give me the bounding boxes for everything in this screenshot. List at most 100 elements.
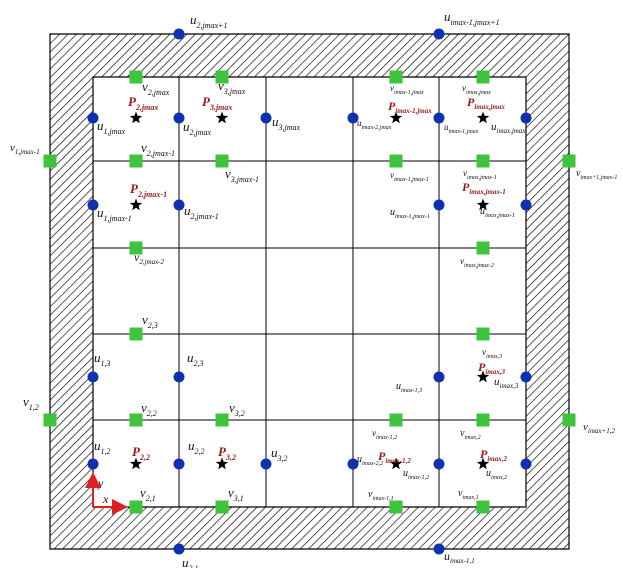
pressure-label: Pimax-1,2 [378, 449, 411, 465]
v-velocity-node [43, 413, 57, 427]
u-velocity-node [433, 112, 445, 124]
pressure-label: P3,jmax [202, 94, 232, 112]
u-velocity-node [520, 112, 532, 124]
u-velocity-node [260, 458, 272, 470]
v-node-label: v2,2 [141, 400, 157, 418]
v-node-label: v1,jmax-1 [10, 142, 40, 156]
diagram-canvas: x y u2,jmax+1 uimax-1,jmax+1 u2,1 uimax-1,1… [10, 9, 617, 568]
v-node-label: vimax-1,1 [368, 489, 394, 502]
v-velocity-node [476, 70, 490, 84]
u-velocity-node [260, 112, 272, 124]
v-velocity-node [476, 327, 490, 341]
u-node-label: u1,3 [94, 350, 111, 368]
u-velocity-node [173, 543, 185, 555]
v-velocity-node [562, 413, 576, 427]
v-node-label: v3,2 [229, 400, 245, 418]
u-node-label: uimax,3 [494, 376, 519, 390]
v-velocity-node [389, 413, 403, 427]
pressure-point-star [129, 198, 143, 211]
v-velocity-node [389, 70, 403, 84]
v-velocity-node [389, 154, 403, 168]
pressure-label: P2,2 [132, 444, 150, 462]
u-velocity-node [173, 371, 185, 383]
v-node-label: vimax,3 [482, 347, 502, 360]
v-node-label: vimax,2 [460, 428, 481, 441]
v-node-label: vimax-1,jmax [390, 83, 424, 96]
u-velocity-node [173, 458, 185, 470]
u-velocity-node [433, 28, 445, 40]
v-velocity-node [129, 327, 143, 341]
u-velocity-node [173, 28, 185, 40]
v-velocity-node [129, 413, 143, 427]
u-node-label: u2,jmax [183, 119, 212, 137]
u-node-label: uimax-1,jmax [444, 122, 479, 135]
v-velocity-node [129, 154, 143, 168]
pressure-point-star [129, 111, 143, 124]
boundary-hatch [49, 33, 570, 550]
u-node-label: uimax,jmax [491, 121, 526, 135]
staggered-grid-diagram: x y u2,jmax+1 uimax-1,jmax+1 u2,1 uimax-1,1… [0, 0, 623, 568]
v-velocity-node [476, 241, 490, 255]
v-node-label: vimax,jmax-2 [460, 256, 494, 269]
v-node-label: v2,1 [140, 485, 156, 503]
v-node-label: vimax-1,2 [372, 428, 397, 441]
v-node-label: v3,jmax-1 [225, 166, 259, 184]
pressure-point-star [476, 111, 490, 124]
v-node-label: v1,2 [23, 394, 39, 412]
u-velocity-node [433, 458, 445, 470]
u-node-label: u2,1 [182, 555, 199, 568]
v-node-label: vimax-1,jmax-1 [390, 170, 429, 183]
v-node-label: v3,1 [228, 485, 244, 503]
v-node-label: v2,3 [142, 312, 158, 330]
u-velocity-node [433, 199, 445, 211]
grid-lines [92, 76, 527, 508]
u-node-label: u3,2 [271, 445, 288, 463]
u-node-label: u2,2 [188, 438, 205, 456]
v-node-label: v2,jmax-1 [141, 140, 175, 158]
pressure-label: Pimax,jmax [467, 95, 505, 111]
u-velocity-node [87, 458, 99, 470]
v-node-label: vimax,1 [458, 488, 479, 501]
y-axis-label: y [97, 476, 104, 490]
u-node-label: uimax-1,3 [396, 381, 422, 394]
v-velocity-node [43, 154, 57, 168]
v-velocity-node [476, 413, 490, 427]
v-node-label: vimax+1,2 [583, 421, 615, 435]
u-velocity-node [173, 199, 185, 211]
v-node-label: vimax+1,jmax-1 [576, 168, 617, 181]
u-node-label: u3,jmax [272, 114, 301, 132]
v-velocity-node [215, 413, 229, 427]
v-velocity-node [476, 154, 490, 168]
u-node-label: uimax-1,1 [444, 549, 475, 565]
v-node-label: v2,jmax [142, 79, 170, 97]
v-velocity-node [476, 500, 490, 514]
u-velocity-node [433, 371, 445, 383]
u-node-label: u1,2 [94, 438, 111, 456]
v-velocity-node [389, 500, 403, 514]
u-node-label: uimax,2 [486, 468, 507, 481]
pressure-label: P3,2 [218, 444, 236, 462]
u-node-label: uimax-1,jmax-1 [390, 207, 430, 220]
pressure-label: Pimax,jmax-1 [462, 180, 506, 196]
axes: x y [85, 472, 128, 515]
pressure-label: Pimax,3 [478, 360, 505, 376]
pressure-point-star [215, 111, 229, 124]
u-velocity-node [520, 199, 532, 211]
x-axis-label: x [102, 492, 109, 506]
pressure-label: Pimax,2 [480, 447, 507, 463]
u-velocity-node [520, 458, 532, 470]
v-node-label: v3,jmax [218, 78, 246, 96]
u-node-label: uimax-1,jmax+1 [444, 9, 500, 27]
v-velocity-node [129, 70, 143, 84]
v-velocity-node [129, 500, 143, 514]
u-velocity-node [520, 371, 532, 383]
u-node-label: uimax-1,2 [403, 468, 429, 481]
u-node-label: u1,jmax-1 [97, 205, 132, 223]
v-node-label: v2,jmax-2 [134, 250, 165, 266]
u-node-label: uimax-2,jmax [357, 118, 392, 131]
v-velocity-node [562, 154, 576, 168]
u-velocity-node [87, 371, 99, 383]
u-velocity-node [433, 543, 445, 555]
u-node-label: u2,3 [187, 350, 204, 368]
u-node-label: u1,jmax [97, 118, 126, 136]
